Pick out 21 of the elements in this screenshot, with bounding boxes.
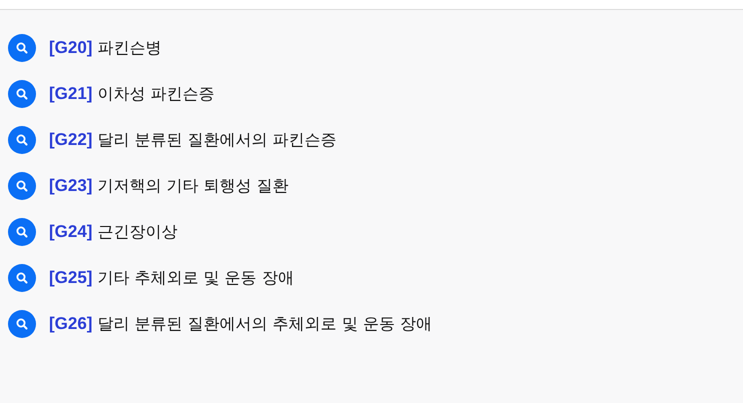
search-icon[interactable] [8,80,36,108]
item-title: 이차성 파킨슨증 [97,84,215,104]
code-link[interactable]: [G24] [49,222,92,242]
search-icon[interactable] [8,218,36,246]
code-link[interactable]: [G20] [49,38,92,58]
search-icon[interactable] [8,126,36,154]
search-icon[interactable] [8,310,36,338]
item-title: 파킨슨병 [97,38,162,58]
code-link[interactable]: [G21] [49,84,92,104]
code-link[interactable]: [G23] [49,176,92,196]
search-icon[interactable] [8,264,36,292]
item-title: 기저핵의 기타 퇴행성 질환 [97,176,289,196]
item-title: 기타 추체외로 및 운동 장애 [97,268,294,288]
item-title: 달리 분류된 질환에서의 파킨슨증 [97,130,337,150]
search-icon[interactable] [8,34,36,62]
code-link[interactable]: [G25] [49,268,92,288]
search-icon[interactable] [8,172,36,200]
item-title: 달리 분류된 질환에서의 추체외로 및 운동 장애 [97,314,432,334]
item-title: 근긴장이상 [97,222,178,242]
code-link[interactable]: [G26] [49,314,92,334]
code-link[interactable]: [G22] [49,130,92,150]
